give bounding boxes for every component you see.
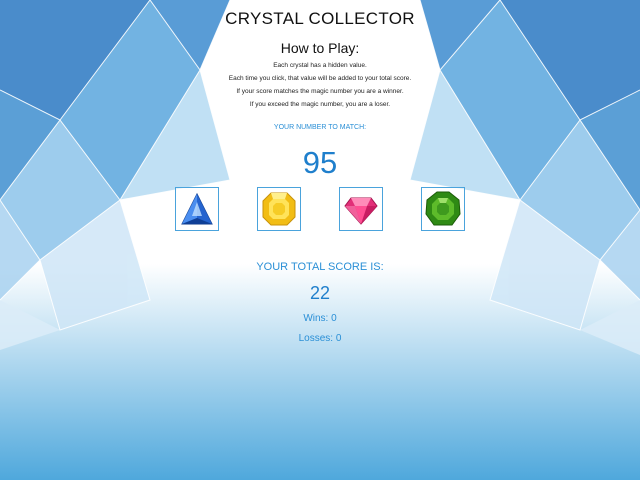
instruction-line: Each crystal has a hidden value. <box>273 62 367 69</box>
instruction-line: If your score matches the magic number y… <box>236 88 404 95</box>
match-label: YOUR NUMBER TO MATCH: <box>273 124 367 131</box>
target-number: 95 <box>302 145 338 180</box>
yellow-crystal-button[interactable] <box>257 187 301 231</box>
total-score: 22 <box>309 283 331 303</box>
wins-counter: Wins: 0 <box>303 313 337 324</box>
losses-counter: Losses: 0 <box>298 333 342 344</box>
how-to-play-heading: How to Play: <box>280 40 360 56</box>
yellow-crystal-icon <box>262 192 296 226</box>
pink-crystal-button[interactable] <box>339 187 383 231</box>
blue-crystal-button[interactable] <box>175 187 219 231</box>
green-crystal-icon <box>425 191 461 226</box>
pink-crystal-icon <box>344 197 378 225</box>
green-crystal-button[interactable] <box>421 187 465 231</box>
crystal-row <box>0 187 640 233</box>
crystal-background <box>0 0 640 480</box>
score-label: YOUR TOTAL SCORE IS: <box>256 261 384 273</box>
game-title: CRYSTAL COLLECTOR <box>225 9 415 28</box>
blue-triangle-crystal-icon <box>181 192 213 225</box>
instruction-line: If you exceed the magic number, you are … <box>249 101 391 108</box>
instruction-line: Each time you click, that value will be … <box>228 75 412 82</box>
